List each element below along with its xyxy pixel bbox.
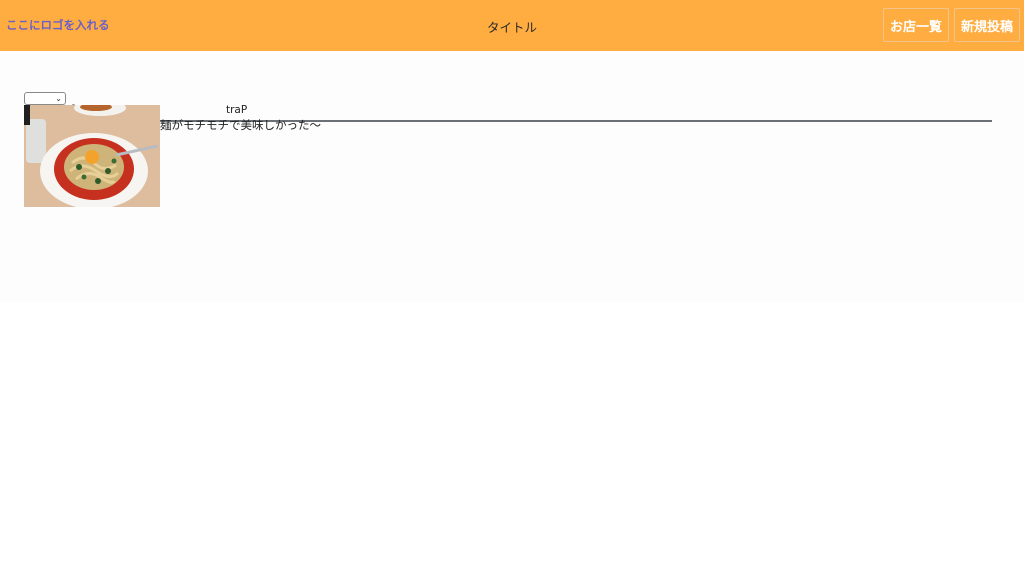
pasta-dish-photo	[24, 105, 160, 207]
post-author: traP	[226, 104, 248, 116]
post-select-dropdown[interactable]: ⌄	[24, 92, 66, 105]
app-header: ここにロゴを入れる タイトル お店一覧 新規投稿	[0, 0, 1024, 51]
page-title: タイトル	[486, 20, 537, 35]
chevron-down-icon: ⌄	[55, 94, 62, 103]
post-comment: 麺がモチモチで美味しかった〜	[160, 118, 321, 132]
new-post-button[interactable]: 新規投稿	[954, 8, 1020, 42]
shop-list-button[interactable]: お店一覧	[883, 8, 949, 42]
photo-illustration	[24, 105, 160, 207]
